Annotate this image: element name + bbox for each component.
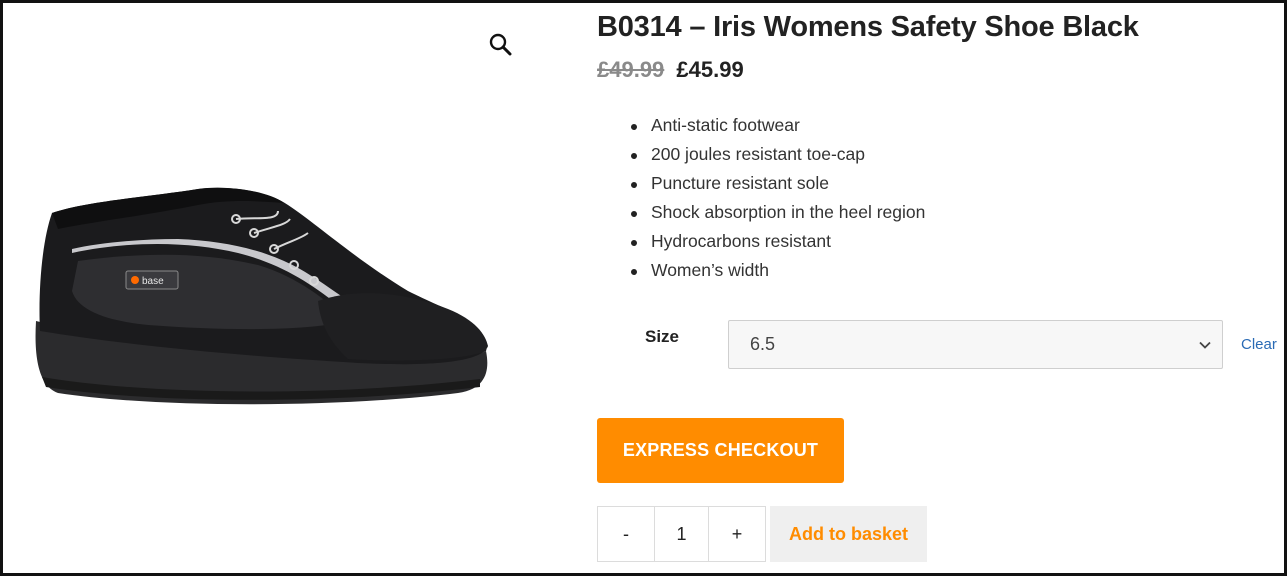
feature-item: Shock absorption in the heel region [629,198,925,227]
magnifier-icon [489,33,512,56]
size-label: Size [645,327,680,346]
feature-item: 200 joules resistant toe-cap [629,140,925,169]
product-page: base B0314 – Iris Womens Safety Shoe Bla… [0,0,1287,576]
feature-item: Hydrocarbons resistant [629,227,925,256]
product-image[interactable]: base [28,181,498,416]
feature-item: Puncture resistant sole [629,169,925,198]
quantity-decrease-button[interactable]: - [598,507,654,561]
quantity-stepper: - 1 + [597,506,766,562]
chevron-down-icon [1199,341,1211,349]
zoom-button[interactable] [486,30,516,60]
price-block: £49.99 £45.99 [597,57,744,83]
feature-list: Anti-static footwear 200 joules resistan… [629,111,925,285]
product-summary: B0314 – Iris Womens Safety Shoe Black £4… [597,3,1284,573]
product-gallery: base [6,6,566,573]
size-selected-value: 6.5 [750,334,776,354]
express-checkout-button[interactable]: EXPRESS CHECKOUT [597,418,844,483]
quantity-increase-button[interactable]: + [709,507,765,561]
sale-price: £45.99 [676,57,744,82]
product-title: B0314 – Iris Womens Safety Shoe Black [597,11,1139,43]
quantity-input[interactable]: 1 [654,507,709,561]
feature-item: Women’s width [629,256,925,285]
brand-label: base [142,276,164,287]
add-to-basket-button[interactable]: Add to basket [770,506,927,562]
feature-item: Anti-static footwear [629,111,925,140]
clear-selection-link[interactable]: Clear [1241,336,1277,353]
size-select[interactable]: 6.5 [728,320,1223,369]
old-price: £49.99 [597,57,665,82]
